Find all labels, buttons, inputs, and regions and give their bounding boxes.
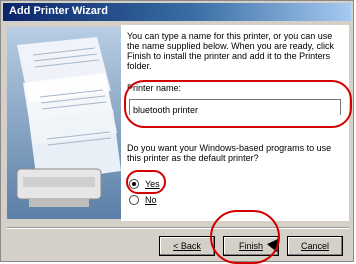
add-printer-wizard-window: Add Printer Wizard You can type a name f…	[0, 0, 354, 262]
back-label: < Back	[173, 241, 201, 251]
highlight-ring-printer-name	[124, 80, 352, 128]
highlight-ring-finish	[210, 210, 280, 264]
default-printer-question: Do you want your Windows-based programs …	[127, 143, 332, 163]
back-button[interactable]: < Back	[159, 236, 215, 256]
radio-unchecked-icon	[129, 195, 139, 205]
highlight-ring-yes	[126, 170, 166, 194]
printer-illustration	[7, 27, 121, 219]
cancel-label: Cancel	[300, 241, 329, 251]
default-no-radio[interactable]: No	[129, 195, 157, 205]
intro-text: You can type a name for this printer, or…	[127, 31, 334, 71]
printer-paper-icon	[7, 27, 121, 219]
no-label: No	[145, 195, 157, 205]
window-titlebar: Add Printer Wizard	[3, 3, 351, 21]
window-title: Add Printer Wizard	[9, 5, 108, 17]
footer-divider-highlight	[7, 228, 349, 229]
cancel-button[interactable]: Cancel	[287, 236, 343, 256]
